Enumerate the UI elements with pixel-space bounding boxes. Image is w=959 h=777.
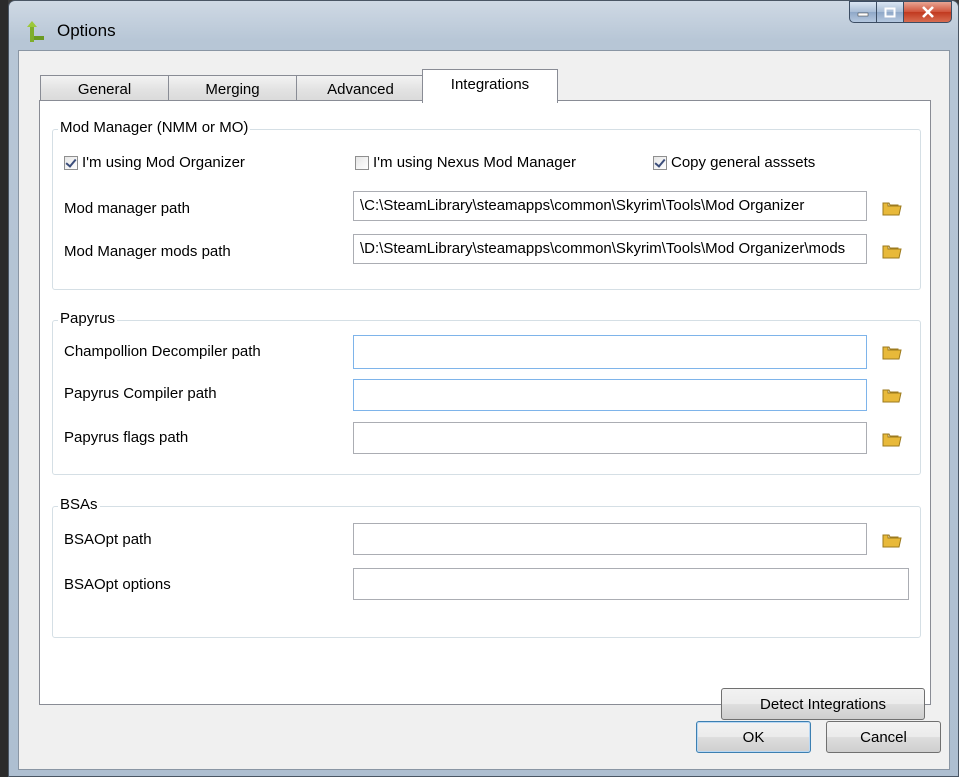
maximize-icon [884,7,896,17]
bsaopt-options-input[interactable] [353,568,909,600]
folder-icon[interactable] [882,243,902,259]
copy-general-assets-checkbox[interactable]: Copy general asssets [653,154,815,171]
minimize-button[interactable] [849,1,877,23]
using-mod-organizer-label: I'm using Mod Organizer [82,154,245,171]
tab-merging[interactable]: Merging [168,75,297,102]
using-mod-organizer-checkbox[interactable]: I'm using Mod Organizer [64,154,245,171]
folder-icon[interactable] [882,431,902,447]
bsaopt-options-label: BSAOpt options [64,576,171,593]
folder-icon[interactable] [882,532,902,548]
bsaopt-path-label: BSAOpt path [64,531,152,548]
copy-general-assets-label: Copy general asssets [671,154,816,171]
options-window: Options General Merging Advanced Integra… [8,0,959,777]
caption-buttons [849,1,952,23]
checkbox-unchecked-icon [355,155,369,170]
mod-manager-path-input[interactable]: C:\SteamLibrary\steamapps\common\Skyrim\… [353,191,867,221]
mod-manager-mods-path-input[interactable]: D:\SteamLibrary\steamapps\common\Skyrim\… [353,234,867,264]
mod-manager-mods-path-label: Mod Manager mods path [64,243,231,260]
tab-integrations[interactable]: Integrations [422,69,558,103]
folder-icon[interactable] [882,344,902,360]
app-icon [27,21,44,42]
decompiler-path-input[interactable] [353,335,867,369]
mod-manager-group: Mod Manager (NMM or MO) I'm using Mod Or… [52,119,921,290]
compiler-path-input[interactable] [353,379,867,411]
detect-integrations-button[interactable]: Detect Integrations [721,688,925,720]
papyrus-flags-path-input[interactable] [353,422,867,454]
dialog-client-area: General Merging Advanced Integrations Mo… [18,50,950,770]
integrations-panel: Mod Manager (NMM or MO) I'm using Mod Or… [39,100,931,720]
using-nexus-mod-manager-checkbox[interactable]: I'm using Nexus Mod Manager [355,154,576,171]
compiler-path-label: Papyrus Compiler path [64,385,217,402]
bsas-legend: BSAs [58,496,100,513]
mod-manager-path-label: Mod manager path [64,200,190,217]
folder-icon[interactable] [882,200,902,216]
title-bar[interactable]: Options [9,1,958,51]
bsaopt-path-input[interactable] [353,523,867,555]
bsas-group: BSAs BSAOpt path BSAOpt options [52,496,921,638]
checkbox-checked-icon [64,155,78,170]
maximize-button[interactable] [877,1,904,23]
background-edge [0,0,8,777]
tab-advanced[interactable]: Advanced [296,75,425,102]
mod-manager-legend: Mod Manager (NMM or MO) [58,119,251,136]
using-nexus-mod-manager-label: I'm using Nexus Mod Manager [373,154,576,171]
decompiler-path-label: Champollion Decompiler path [64,343,261,360]
cancel-button[interactable]: Cancel [826,721,941,753]
minimize-icon [857,12,869,17]
tab-general[interactable]: General [40,75,169,102]
checkbox-checked-icon [653,155,667,170]
close-icon [921,6,934,18]
window-title: Options [57,21,116,40]
papyrus-legend: Papyrus [58,310,118,327]
papyrus-group: Papyrus Champollion Decompiler path Papy… [52,310,921,475]
close-button[interactable] [904,1,952,23]
folder-icon[interactable] [882,387,902,403]
papyrus-flags-path-label: Papyrus flags path [64,429,189,446]
ok-button[interactable]: OK [696,721,811,753]
